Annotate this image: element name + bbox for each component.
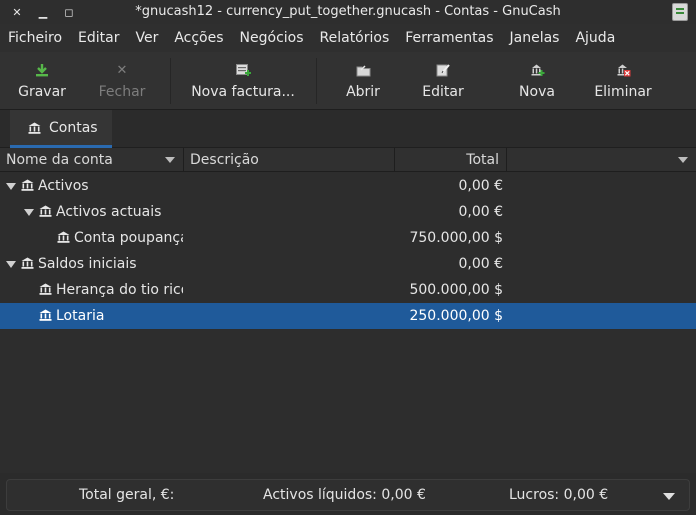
menu-relatorios[interactable]: Relatórios [312, 24, 398, 52]
menu-janelas[interactable]: Janelas [502, 24, 568, 52]
column-header-name-label: Nome da conta [6, 152, 113, 168]
open-label: Abrir [346, 84, 380, 100]
summary-dropdown-icon[interactable] [663, 493, 675, 500]
account-total: 250.000,00 $ [409, 308, 503, 324]
column-selector-arrow-icon [678, 157, 688, 163]
tab-contas-label: Contas [49, 119, 98, 136]
bank-icon [28, 122, 41, 134]
account-total: 0,00 € [458, 256, 503, 272]
edit-button[interactable]: Editar [414, 52, 472, 110]
expander-icon[interactable] [24, 209, 34, 216]
delete-account-button[interactable]: Eliminar [590, 52, 656, 110]
bank-icon [21, 257, 34, 269]
column-header-description-label: Descrição [190, 152, 259, 168]
save-icon [34, 62, 50, 78]
account-row[interactable]: Herança do tio rico 500.000,00 $ [0, 277, 696, 303]
window-title: *gnucash12 - currency_put_together.gnuca… [135, 4, 561, 19]
account-name-label: Saldos iniciais [38, 256, 137, 272]
toolbar: Gravar ✕ Fechar Nova factura... Abrir Ed… [0, 52, 696, 110]
account-total: 750.000,00 $ [409, 230, 503, 246]
account-row[interactable]: Saldos iniciais 0,00 € [0, 251, 696, 277]
close-button[interactable]: ✕ Fechar [94, 52, 150, 110]
column-header-description[interactable]: Descrição [184, 148, 395, 172]
menu-negocios[interactable]: Negócios [232, 24, 312, 52]
grand-total-label: Total geral, €: [79, 487, 175, 503]
new-invoice-label: Nova factura... [191, 84, 295, 100]
bank-icon [57, 231, 70, 243]
account-name: Activos [21, 173, 183, 199]
delete-label: Eliminar [594, 84, 652, 100]
close-label: Fechar [98, 84, 146, 100]
bank-icon [39, 283, 52, 295]
tab-contas[interactable]: Contas [10, 110, 112, 148]
menu-accoes[interactable]: Acções [166, 24, 231, 52]
title-bar: ✕ ▁ ◻ *gnucash12 - currency_put_together… [0, 0, 696, 24]
account-name-label: Activos actuais [56, 204, 162, 220]
account-total: 0,00 € [458, 204, 503, 220]
sort-arrow-icon [165, 157, 175, 163]
account-row[interactable]: Activos 0,00 € [0, 173, 696, 199]
column-header-total[interactable]: Total [395, 148, 507, 172]
toolbar-separator [170, 58, 171, 104]
save-button[interactable]: Gravar [14, 52, 70, 110]
account-row-selected[interactable]: Lotaria 250.000,00 $ [0, 303, 696, 329]
new-label: Nova [519, 84, 555, 100]
account-name: Lotaria [39, 303, 183, 329]
account-name-label: Herança do tio rico [56, 282, 183, 298]
menu-ajuda[interactable]: Ajuda [567, 24, 623, 52]
new-account-button[interactable]: Nova [510, 52, 564, 110]
expander-icon[interactable] [6, 261, 16, 268]
menu-editar[interactable]: Editar [70, 24, 127, 52]
edit-label: Editar [422, 84, 464, 100]
account-total: 0,00 € [458, 178, 503, 194]
column-header-row: Nome da conta Descrição Total [0, 148, 696, 172]
column-header-name[interactable]: Nome da conta [0, 148, 184, 172]
close-icon: ✕ [116, 62, 128, 78]
account-name-label: Activos [38, 178, 89, 194]
account-row[interactable]: Conta poupança 750.000,00 $ [0, 225, 696, 251]
edit-icon [435, 62, 451, 78]
account-name-label: Conta poupança [74, 230, 183, 246]
account-name-label: Lotaria [56, 308, 105, 324]
net-assets-label: Activos líquidos: 0,00 € [263, 487, 426, 503]
menu-ficheiro[interactable]: Ficheiro [0, 24, 70, 52]
bank-icon [21, 179, 34, 191]
menu-bar: Ficheiro Editar Ver Acções Negócios Rela… [0, 24, 696, 52]
account-total: 500.000,00 $ [409, 282, 503, 298]
account-row[interactable]: Activos actuais 0,00 € [0, 199, 696, 225]
open-folder-icon [355, 62, 371, 78]
open-button[interactable]: Abrir [336, 52, 390, 110]
account-name: Activos actuais [39, 199, 183, 225]
gnucash-app-icon [672, 3, 688, 21]
tab-bar: Contas [0, 110, 696, 148]
bank-icon [39, 309, 52, 321]
bank-icon [39, 205, 52, 217]
new-account-icon [529, 62, 545, 78]
save-label: Gravar [18, 84, 66, 100]
menu-ver[interactable]: Ver [127, 24, 166, 52]
account-name: Saldos iniciais [21, 251, 183, 277]
new-invoice-button[interactable]: Nova factura... [188, 52, 298, 110]
column-header-total-label: Total [466, 152, 499, 168]
toolbar-separator [316, 58, 317, 104]
expander-icon[interactable] [6, 183, 16, 190]
new-invoice-icon [235, 62, 251, 78]
column-selector[interactable] [507, 148, 696, 172]
menu-ferramentas[interactable]: Ferramentas [397, 24, 501, 52]
summary-bar: Total geral, €: Activos líquidos: 0,00 €… [6, 479, 690, 511]
profits-label: Lucros: 0,00 € [509, 487, 609, 503]
account-name: Conta poupança [57, 225, 183, 251]
delete-account-icon [615, 62, 631, 78]
account-tree: Nome da conta Descrição Total Activos 0,… [0, 148, 696, 473]
account-name: Herança do tio rico [39, 277, 183, 303]
